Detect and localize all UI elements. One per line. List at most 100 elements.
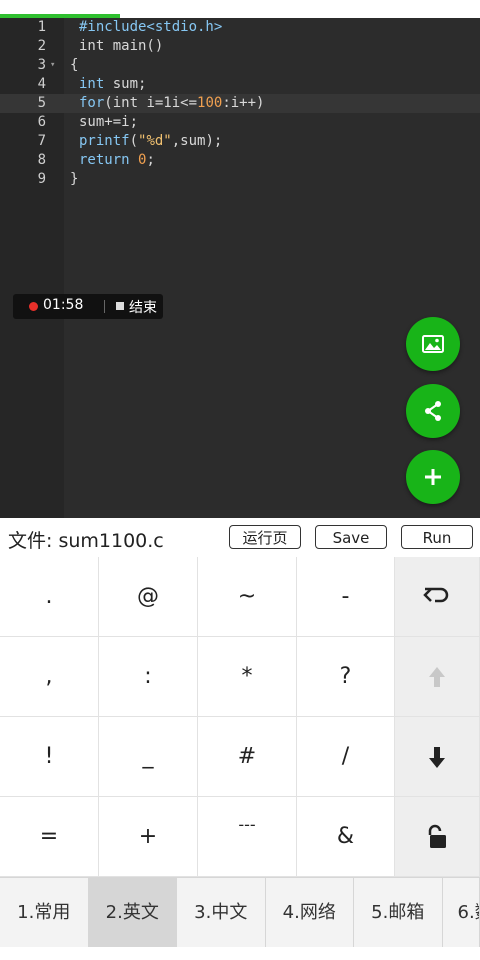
key[interactable]: : (99, 637, 198, 717)
key[interactable]: ? (297, 637, 395, 717)
line-number: 7 (37, 133, 46, 149)
unlock-key[interactable] (395, 797, 480, 877)
keyboard-tab[interactable]: 5.邮箱 (354, 878, 443, 948)
code-token: } (70, 171, 79, 187)
code-line[interactable]: 6 sum+=i; (0, 113, 480, 132)
recording-time: 01:58 (43, 297, 84, 313)
recording-divider (104, 300, 105, 313)
keyboard-tab[interactable]: 4.网络 (266, 878, 354, 948)
key-label: @ (137, 584, 159, 609)
image-icon (422, 335, 444, 353)
run-page-button[interactable]: 运行页 (229, 525, 301, 549)
key-label: / (341, 744, 350, 769)
code-line[interactable]: 8 return 0; (0, 151, 480, 170)
key-label: --- (238, 815, 256, 834)
screen-recording-indicator[interactable]: 01:58 结束 (13, 294, 163, 319)
code-text: { (70, 56, 78, 75)
code-token: printf (79, 133, 130, 149)
keyboard-tab[interactable]: 1.常用 (0, 878, 89, 948)
code-token: (int i=1i<= (104, 95, 198, 111)
code-token: :i++) (222, 95, 265, 111)
key[interactable]: _ (99, 717, 198, 797)
key-label: ! (44, 744, 54, 769)
add-button[interactable] (406, 450, 460, 504)
keyboard-tabs: 1.常用2.英文3.中文4.网络5.邮箱6.数 (0, 877, 480, 948)
code-token: int (79, 76, 105, 92)
symbol-keyboard: . @ ~ -,: *?! _ # / = + --- & (0, 557, 480, 877)
code-line[interactable]: 3 ▾ { (0, 56, 480, 75)
save-button[interactable]: Save (315, 525, 387, 549)
line-number: 2 (37, 38, 46, 54)
code-line[interactable]: 1 #include<stdio.h> (0, 18, 480, 37)
key[interactable]: --- (198, 797, 297, 877)
code-text: int sum; (79, 75, 146, 94)
line-number: 4 (37, 76, 46, 92)
key-label: - (341, 584, 350, 609)
code-line[interactable]: 5 for(int i=1i<=100:i++) (0, 94, 480, 113)
backspace-icon (423, 587, 449, 603)
key[interactable]: , (0, 637, 99, 717)
code-text: return 0; (79, 151, 155, 170)
keyboard-tab[interactable]: 3.中文 (177, 878, 266, 948)
keyboard-tab[interactable]: 2.英文 (88, 878, 177, 948)
key[interactable]: & (297, 797, 395, 877)
key-label: _ (142, 744, 154, 769)
line-number: 8 (37, 152, 46, 168)
code-line[interactable]: 9} (0, 170, 480, 189)
line-number: 9 (37, 171, 46, 187)
key[interactable]: = (0, 797, 99, 877)
code-token: "%d" (138, 133, 172, 149)
key[interactable]: # (198, 717, 297, 797)
status-bar (0, 0, 480, 18)
code-token: sum+=i; (79, 114, 139, 130)
code-token: #include<stdio.h> (79, 19, 223, 35)
code-line[interactable]: 2 int main() (0, 37, 480, 56)
key[interactable]: ! (0, 717, 99, 797)
key[interactable]: + (99, 797, 198, 877)
line-number: 3 (37, 57, 46, 73)
code-token: sum; (104, 76, 147, 92)
file-toolbar: 文件: sum1100.c 运行页 Save Run (0, 518, 480, 558)
key[interactable]: @ (99, 557, 198, 637)
code-token: int main() (79, 38, 164, 54)
key[interactable]: * (198, 637, 297, 717)
code-text: int main() (79, 37, 163, 56)
code-text: #include<stdio.h> (79, 18, 222, 37)
plus-icon (425, 469, 441, 485)
key[interactable]: / (297, 717, 395, 797)
code-text: } (70, 170, 78, 189)
backspace-key[interactable] (395, 557, 480, 637)
code-token: ,sum); (171, 133, 223, 149)
shift-up-icon (429, 667, 445, 687)
run-button[interactable]: Run (401, 525, 473, 549)
key[interactable]: - (297, 557, 395, 637)
recording-end-button[interactable]: 结束 (129, 297, 157, 317)
shift-up-key[interactable] (395, 637, 480, 717)
code-token: for (79, 95, 105, 111)
code-token: ( (129, 133, 139, 149)
line-number: 6 (37, 114, 46, 130)
recording-dot-icon (29, 302, 38, 311)
code-token: 100 (197, 95, 223, 111)
code-line[interactable]: 4 int sum; (0, 75, 480, 94)
key-label: = (39, 824, 59, 849)
code-text: sum+=i; (79, 113, 138, 132)
code-line[interactable]: 7 printf("%d",sum); (0, 132, 480, 151)
stop-square-icon[interactable] (116, 302, 124, 310)
key-label: ? (339, 664, 352, 689)
insert-image-button[interactable] (406, 317, 460, 371)
enter-down-key[interactable] (395, 717, 480, 797)
fold-toggle-icon[interactable]: ▾ (50, 56, 55, 75)
key-label: ~ (237, 584, 257, 609)
line-number: 1 (37, 19, 46, 35)
share-button[interactable] (406, 384, 460, 438)
code-editor[interactable]: 1 #include<stdio.h> 2 int main() 3 ▾ {4 int sum… (0, 18, 480, 518)
key[interactable]: . (0, 557, 99, 637)
code-token: return (79, 152, 130, 168)
keyboard-tab[interactable]: 6.数 (443, 878, 480, 948)
code-token: { (70, 57, 79, 73)
code-text: printf("%d",sum); (79, 132, 222, 151)
key[interactable]: ~ (198, 557, 297, 637)
line-number: 5 (37, 95, 46, 111)
